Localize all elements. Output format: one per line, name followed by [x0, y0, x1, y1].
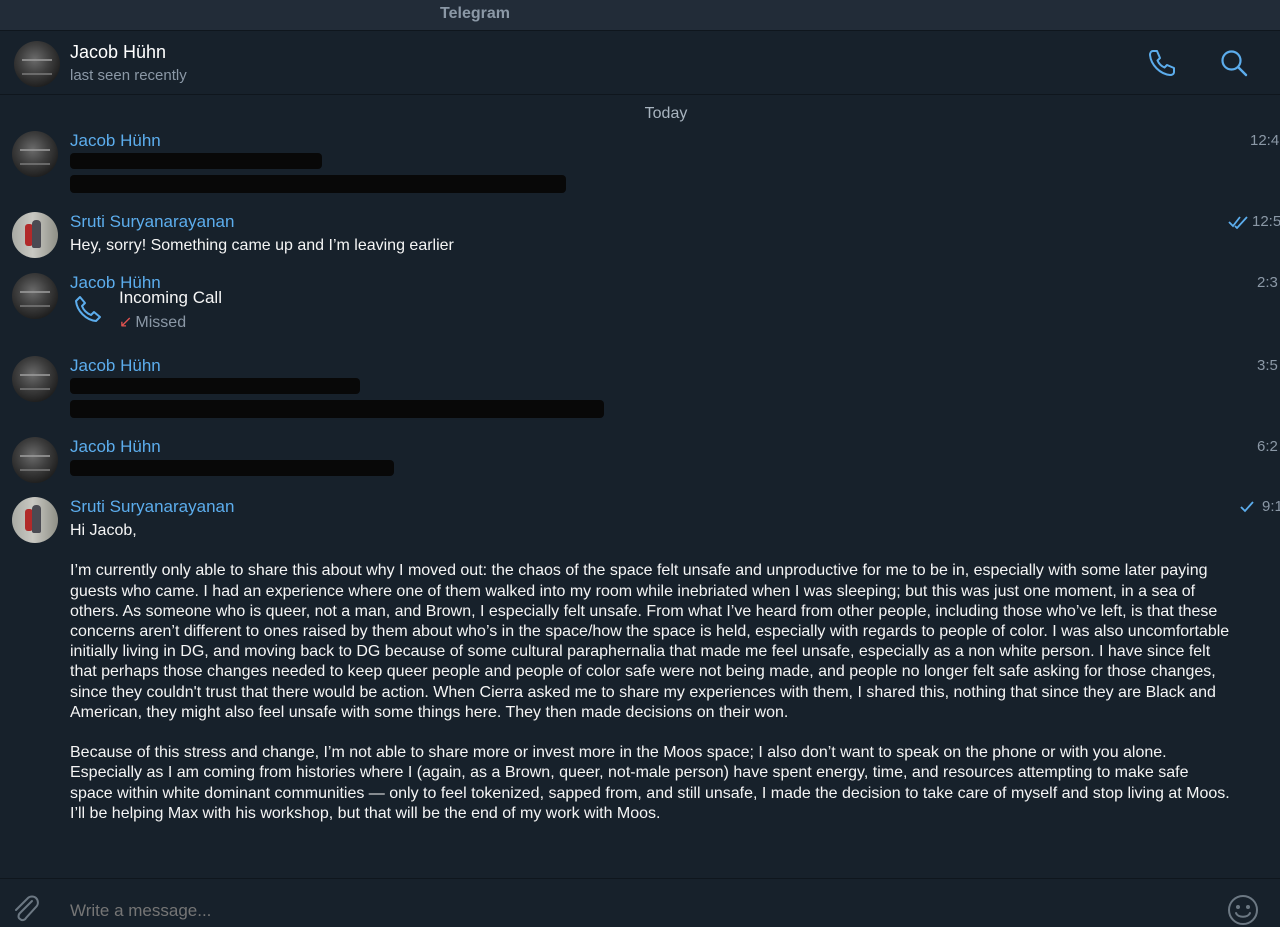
message-time: 9:1 — [1262, 498, 1280, 515]
avatar[interactable] — [12, 356, 58, 402]
message-paragraph: Because of this stress and change, I’m n… — [70, 744, 1230, 822]
call-title: Incoming Call — [119, 288, 222, 307]
chat-header: Jacob Hühn last seen recently — [0, 31, 1280, 95]
date-separator: Today — [644, 105, 688, 122]
message-author[interactable]: Sruti Suryanarayanan — [70, 497, 234, 517]
avatar[interactable] — [12, 497, 58, 543]
check-icon — [1240, 501, 1254, 513]
window-title: Telegram — [440, 5, 510, 22]
call-status-label: Missed — [135, 314, 187, 331]
message-paragraph: I’m currently only able to share this ab… — [70, 562, 1230, 721]
emoji-icon[interactable] — [1226, 893, 1260, 927]
chat-title[interactable]: Jacob Hühn — [70, 42, 166, 63]
call-status: ↙ Missed — [119, 312, 186, 332]
window-title-bar: Telegram — [0, 0, 1280, 31]
avatar[interactable] — [12, 212, 58, 258]
avatar[interactable] — [12, 437, 58, 483]
message-author[interactable]: Jacob Hühn — [70, 437, 161, 457]
message-text: Hi Jacob, I’m currently only able to sha… — [70, 521, 1230, 824]
avatar[interactable] — [12, 131, 58, 177]
paperclip-icon[interactable] — [10, 893, 40, 923]
message-author[interactable]: Jacob Hühn — [70, 356, 161, 376]
message-text: Hey, sorry! Something came up and I’m le… — [70, 237, 454, 254]
phone-icon[interactable] — [1146, 47, 1178, 79]
avatar[interactable] — [12, 273, 58, 319]
message-time: 12:5 — [1252, 213, 1280, 230]
redacted-text — [70, 153, 322, 169]
message-time: 3:5 — [1257, 357, 1278, 374]
redacted-text — [70, 175, 566, 193]
message-time: 12:4 — [1250, 132, 1280, 149]
chat-status: last seen recently — [70, 67, 187, 84]
message-composer — [0, 878, 1280, 925]
missed-call-arrow-icon: ↙ — [119, 314, 133, 331]
redacted-text — [70, 460, 394, 476]
message-author[interactable]: Jacob Hühn — [70, 131, 161, 151]
message-input[interactable] — [70, 901, 1170, 921]
redacted-text — [70, 378, 360, 394]
double-check-icon — [1228, 216, 1248, 229]
phone-icon[interactable] — [70, 291, 106, 327]
search-icon[interactable] — [1218, 47, 1250, 79]
avatar[interactable] — [14, 41, 60, 87]
message-time: 2:3 — [1257, 274, 1278, 291]
message-author[interactable]: Sruti Suryanarayanan — [70, 212, 234, 232]
message-time: 6:2 — [1257, 438, 1278, 455]
redacted-text — [70, 400, 604, 418]
message-paragraph: Hi Jacob, — [70, 522, 137, 539]
